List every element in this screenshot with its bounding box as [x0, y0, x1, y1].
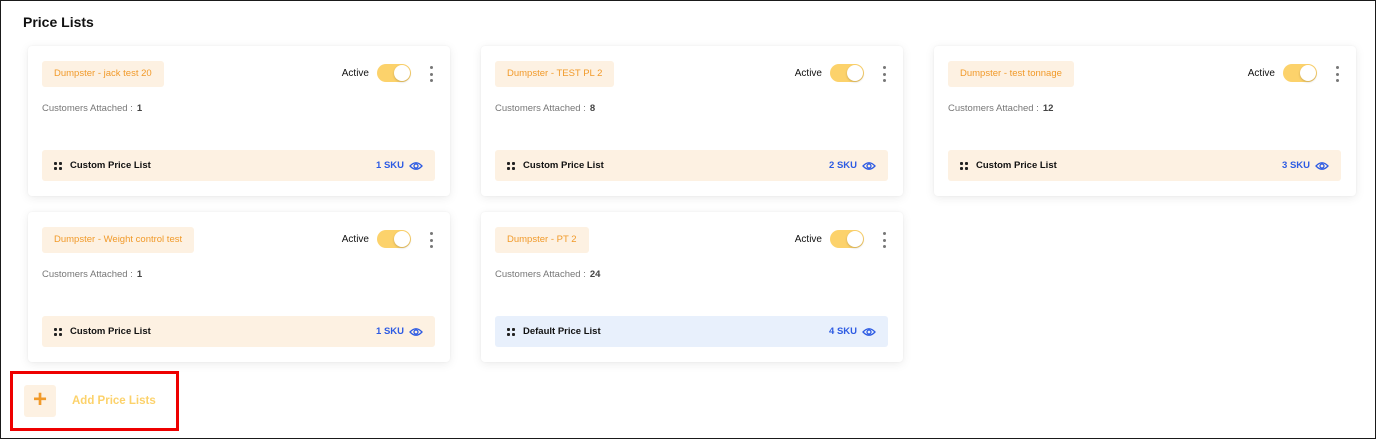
add-price-lists-label[interactable]: Add Price Lists — [72, 395, 156, 407]
price-list-type: Custom Price List — [70, 326, 151, 337]
toggle-knob — [394, 231, 410, 247]
active-toggle[interactable] — [830, 64, 864, 82]
price-list-name[interactable]: Dumpster - test tonnage — [948, 61, 1074, 87]
customers-attached-count: 1 — [136, 269, 143, 280]
price-list-card: Dumpster - jack test 20 Active Customers… — [28, 46, 450, 196]
price-list-card: Dumpster - PT 2 Active Customers Attache… — [481, 212, 903, 362]
active-toggle[interactable] — [377, 64, 411, 82]
price-list-name[interactable]: Dumpster - TEST PL 2 — [495, 61, 615, 87]
customers-attached: Customers Attached :24 — [495, 269, 600, 280]
price-list-name[interactable]: Dumpster - jack test 20 — [42, 61, 164, 87]
customers-attached-label: Customers Attached : — [495, 269, 586, 280]
price-list-type-bar[interactable]: Default Price List 4 SKU — [495, 316, 888, 347]
customers-attached: Customers Attached :8 — [495, 103, 595, 114]
price-list-card: Dumpster - Weight control test Active Cu… — [28, 212, 450, 362]
customers-attached-count: 12 — [1042, 103, 1054, 114]
status-control: Active — [342, 230, 411, 248]
sku-count-label: 3 SKU — [1282, 160, 1310, 171]
toggle-knob — [394, 65, 410, 81]
price-list-card: Dumpster - TEST PL 2 Active Customers At… — [481, 46, 903, 196]
sku-count-label: 4 SKU — [829, 326, 857, 337]
customers-attached-label: Customers Attached : — [495, 103, 586, 114]
more-options-icon[interactable] — [879, 66, 889, 82]
eye-icon[interactable] — [409, 327, 423, 337]
customers-attached-label: Customers Attached : — [42, 269, 133, 280]
more-options-icon[interactable] — [1332, 66, 1342, 82]
price-list-type: Custom Price List — [976, 160, 1057, 171]
eye-icon[interactable] — [1315, 161, 1329, 171]
customers-attached-label: Customers Attached : — [948, 103, 1039, 114]
sku-count[interactable]: 1 SKU — [376, 160, 423, 171]
toggle-knob — [1300, 65, 1316, 81]
price-list-type: Custom Price List — [70, 160, 151, 171]
status-control: Active — [1248, 64, 1317, 82]
sku-count-label: 1 SKU — [376, 326, 404, 337]
customers-attached-count: 24 — [589, 269, 601, 280]
eye-icon[interactable] — [409, 161, 423, 171]
price-list-type-bar[interactable]: Custom Price List 3 SKU — [948, 150, 1341, 181]
status-label: Active — [341, 233, 369, 245]
status-label: Active — [1247, 67, 1275, 79]
customers-attached: Customers Attached :12 — [948, 103, 1053, 114]
status-label: Active — [794, 67, 822, 79]
eye-icon[interactable] — [862, 161, 876, 171]
plus-icon[interactable]: + — [24, 385, 56, 417]
sku-count[interactable]: 3 SKU — [1282, 160, 1329, 171]
grid-icon — [507, 327, 515, 336]
grid-icon — [960, 161, 968, 170]
toggle-knob — [847, 231, 863, 247]
active-toggle[interactable] — [1283, 64, 1317, 82]
price-list-type: Default Price List — [523, 326, 601, 337]
sku-count[interactable]: 1 SKU — [376, 326, 423, 337]
customers-attached: Customers Attached :1 — [42, 269, 142, 280]
status-control: Active — [795, 230, 864, 248]
price-list-type: Custom Price List — [523, 160, 604, 171]
price-list-type-bar[interactable]: Custom Price List 1 SKU — [42, 316, 435, 347]
customers-attached: Customers Attached :1 — [42, 103, 142, 114]
grid-icon — [507, 161, 515, 170]
status-label: Active — [341, 67, 369, 79]
status-control: Active — [342, 64, 411, 82]
sku-count[interactable]: 2 SKU — [829, 160, 876, 171]
more-options-icon[interactable] — [879, 232, 889, 248]
sku-count-label: 1 SKU — [376, 160, 404, 171]
customers-attached-label: Customers Attached : — [42, 103, 133, 114]
customers-attached-count: 8 — [589, 103, 596, 114]
sku-count-label: 2 SKU — [829, 160, 857, 171]
price-list-type-bar[interactable]: Custom Price List 2 SKU — [495, 150, 888, 181]
sku-count[interactable]: 4 SKU — [829, 326, 876, 337]
status-label: Active — [794, 233, 822, 245]
price-list-card: Dumpster - test tonnage Active Customers… — [934, 46, 1356, 196]
grid-icon — [54, 161, 62, 170]
active-toggle[interactable] — [377, 230, 411, 248]
more-options-icon[interactable] — [426, 232, 436, 248]
customers-attached-count: 1 — [136, 103, 143, 114]
price-list-type-bar[interactable]: Custom Price List 1 SKU — [42, 150, 435, 181]
eye-icon[interactable] — [862, 327, 876, 337]
add-price-lists-button[interactable]: + Add Price Lists — [24, 385, 156, 417]
price-list-name[interactable]: Dumpster - PT 2 — [495, 227, 589, 253]
page-title: Price Lists — [23, 14, 94, 30]
more-options-icon[interactable] — [426, 66, 436, 82]
active-toggle[interactable] — [830, 230, 864, 248]
toggle-knob — [847, 65, 863, 81]
grid-icon — [54, 327, 62, 336]
status-control: Active — [795, 64, 864, 82]
price-list-name[interactable]: Dumpster - Weight control test — [42, 227, 195, 253]
